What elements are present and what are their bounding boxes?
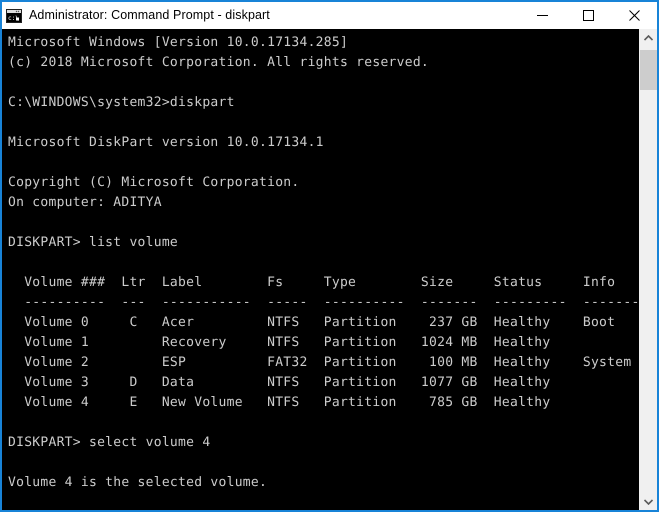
console-output[interactable]: Microsoft Windows [Version 10.0.17134.28… (2, 29, 639, 510)
command-prompt-window: c:\ Administrator: Command Prompt - disk… (0, 0, 659, 512)
close-button[interactable] (611, 2, 657, 29)
title-bar[interactable]: c:\ Administrator: Command Prompt - disk… (2, 2, 657, 29)
minimize-button[interactable] (519, 2, 565, 29)
vertical-scrollbar[interactable] (639, 29, 657, 510)
window-title: Administrator: Command Prompt - diskpart (29, 8, 270, 22)
scroll-down-button[interactable] (640, 493, 657, 510)
command-prompt-icon: c:\ (6, 8, 22, 24)
scrollbar-track[interactable] (640, 46, 657, 493)
maximize-button[interactable] (565, 2, 611, 29)
scroll-up-button[interactable] (640, 29, 657, 46)
window-controls (519, 2, 657, 29)
console-area[interactable]: Microsoft Windows [Version 10.0.17134.28… (2, 29, 657, 510)
scrollbar-thumb[interactable] (640, 50, 657, 90)
